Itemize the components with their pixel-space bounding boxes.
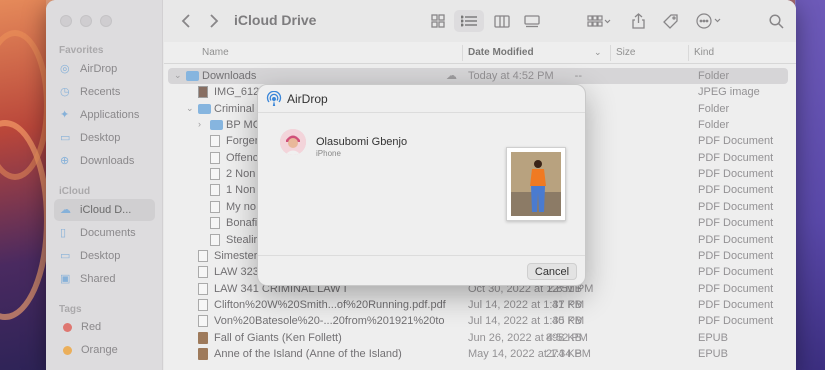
airdrop-dialog-footer: Cancel <box>258 255 585 285</box>
airdrop-icon <box>266 91 282 106</box>
airdrop-dialog-header: AirDrop <box>258 85 585 113</box>
cancel-button[interactable]: Cancel <box>527 263 577 280</box>
airdrop-dialog-title: AirDrop <box>287 92 328 106</box>
recipient-avatar[interactable] <box>280 129 306 155</box>
recipient-name[interactable]: Olasubomi Gbenjo <box>316 136 407 148</box>
airdrop-dialog: AirDrop Olasubomi Gbenjo iPhone Cancel <box>257 84 586 286</box>
shared-photo-thumbnail <box>506 147 566 221</box>
recipient-device: iPhone <box>316 149 341 158</box>
